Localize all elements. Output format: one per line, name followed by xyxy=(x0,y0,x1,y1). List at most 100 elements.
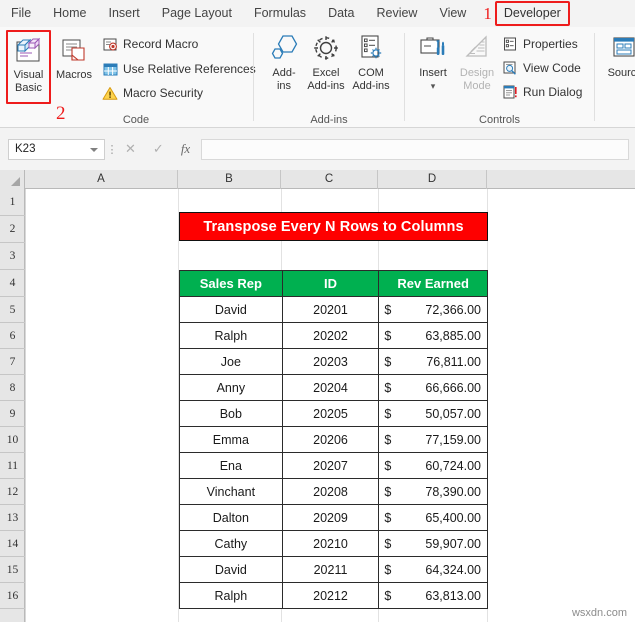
table-row[interactable]: Bob 20205 $ 50,057.00 xyxy=(179,400,488,427)
cell-rev-earned[interactable]: $ 72,366.00 xyxy=(378,296,488,323)
row-header-4[interactable]: 4 xyxy=(0,270,25,297)
name-box-chevron-down-icon[interactable] xyxy=(90,147,98,152)
formula-bar-grip[interactable]: ⋮ xyxy=(105,143,119,156)
cell-id[interactable]: 20208 xyxy=(281,478,380,505)
enter-formula-icon[interactable]: ✓ xyxy=(153,141,164,157)
row-header-2[interactable]: 2 xyxy=(0,216,25,243)
table-row[interactable]: Vinchant 20208 $ 78,390.00 xyxy=(179,478,488,505)
cell-id[interactable]: 20202 xyxy=(281,322,380,349)
cell-sales-rep[interactable]: Ralph xyxy=(179,582,283,609)
table-row[interactable]: Ralph 20202 $ 63,885.00 xyxy=(179,322,488,349)
select-all-button[interactable] xyxy=(0,170,25,189)
row-header-15[interactable]: 15 xyxy=(0,557,25,583)
column-header-b[interactable]: B xyxy=(178,170,281,189)
cell-id[interactable]: 20207 xyxy=(281,452,380,479)
cell-rev-earned[interactable]: $ 64,324.00 xyxy=(378,556,488,583)
visual-basic-button[interactable]: Visual Basic xyxy=(8,33,49,94)
row-header-5[interactable]: 5 xyxy=(0,297,25,323)
cell-id[interactable]: 20211 xyxy=(281,556,380,583)
table-row[interactable]: Joe 20203 $ 76,811.00 xyxy=(179,348,488,375)
cancel-formula-icon[interactable]: ✕ xyxy=(125,141,136,157)
cell-sales-rep[interactable]: Vinchant xyxy=(179,478,283,505)
table-row[interactable]: David 20211 $ 64,324.00 xyxy=(179,556,488,583)
column-header-a[interactable]: A xyxy=(25,170,178,189)
cell-rev-earned[interactable]: $ 63,885.00 xyxy=(378,322,488,349)
cell-sales-rep[interactable]: David xyxy=(179,296,283,323)
cell-rev-earned[interactable]: $ 77,159.00 xyxy=(378,426,488,453)
row-header-10[interactable]: 10 xyxy=(0,427,25,453)
tab-home[interactable]: Home xyxy=(42,0,97,27)
cell-id[interactable]: 20212 xyxy=(281,582,380,609)
cell-sales-rep[interactable]: Anny xyxy=(179,374,283,401)
row-header-13[interactable]: 13 xyxy=(0,505,25,531)
cell-sales-rep[interactable]: Emma xyxy=(179,426,283,453)
row-header-16[interactable]: 16 xyxy=(0,583,25,609)
row-header-3[interactable]: 3 xyxy=(0,243,25,270)
table-row[interactable]: Dalton 20209 $ 65,400.00 xyxy=(179,504,488,531)
column-header-e[interactable] xyxy=(487,170,635,189)
cell-id[interactable]: 20204 xyxy=(281,374,380,401)
cell-sales-rep[interactable]: Ralph xyxy=(179,322,283,349)
cell-rev-earned[interactable]: $ 60,724.00 xyxy=(378,452,488,479)
cell-sales-rep[interactable]: Dalton xyxy=(179,504,283,531)
column-header-c[interactable]: C xyxy=(281,170,378,189)
row-header-14[interactable]: 14 xyxy=(0,531,25,557)
insert-controls-button[interactable]: Insert ▾ xyxy=(409,31,457,92)
row-header-11[interactable]: 11 xyxy=(0,453,25,479)
table-row[interactable]: Ralph 20212 $ 63,813.00 xyxy=(179,582,488,609)
record-macro-button[interactable]: Record Macro xyxy=(102,36,198,52)
cell-rev-earned[interactable]: $ 50,057.00 xyxy=(378,400,488,427)
cell-rev-earned[interactable]: $ 59,907.00 xyxy=(378,530,488,557)
properties-button[interactable]: Properties xyxy=(502,36,578,52)
cell-rev-earned[interactable]: $ 78,390.00 xyxy=(378,478,488,505)
tab-view[interactable]: View xyxy=(428,0,477,27)
cell-rev-earned[interactable]: $ 76,811.00 xyxy=(378,348,488,375)
cell-sales-rep[interactable]: Cathy xyxy=(179,530,283,557)
cell-id[interactable]: 20209 xyxy=(281,504,380,531)
tab-file[interactable]: File xyxy=(0,0,42,27)
formula-input[interactable] xyxy=(201,138,629,160)
macros-button[interactable]: Macros xyxy=(53,33,95,82)
macro-security-button[interactable]: Macro Security xyxy=(102,85,203,101)
run-dialog-button[interactable]: Run Dialog xyxy=(502,84,582,100)
view-code-button[interactable]: View Code xyxy=(502,60,581,76)
row-header-8[interactable]: 8 xyxy=(0,375,25,401)
tab-insert[interactable]: Insert xyxy=(98,0,151,27)
cell-id[interactable]: 20203 xyxy=(281,348,380,375)
cell-rev-earned[interactable]: $ 63,813.00 xyxy=(378,582,488,609)
table-row[interactable]: Cathy 20210 $ 59,907.00 xyxy=(179,530,488,557)
cell-id[interactable]: 20205 xyxy=(281,400,380,427)
tab-formulas[interactable]: Formulas xyxy=(243,0,317,27)
row-header-12[interactable]: 12 xyxy=(0,479,25,505)
tab-review[interactable]: Review xyxy=(365,0,428,27)
cell-id[interactable]: 20210 xyxy=(281,530,380,557)
cell-id[interactable]: 20206 xyxy=(281,426,380,453)
column-header-d[interactable]: D xyxy=(378,170,487,189)
cell-rev-earned[interactable]: $ 66,666.00 xyxy=(378,374,488,401)
row-header-7[interactable]: 7 xyxy=(0,349,25,375)
cell-id[interactable]: 20201 xyxy=(281,296,380,323)
row-header-1[interactable]: 1 xyxy=(0,189,25,216)
addins-button[interactable]: Add- ins xyxy=(260,31,308,92)
excel-addins-button[interactable]: Excel Add-ins xyxy=(302,31,350,92)
table-row[interactable]: David 20201 $ 72,366.00 xyxy=(179,296,488,323)
tab-page-layout[interactable]: Page Layout xyxy=(151,0,243,27)
source-button[interactable]: Source xyxy=(599,31,635,80)
cell-sales-rep[interactable]: Ena xyxy=(179,452,283,479)
tab-data[interactable]: Data xyxy=(317,0,365,27)
name-box[interactable]: K23 xyxy=(8,138,105,160)
com-addins-button[interactable]: COM Add-ins xyxy=(347,31,395,92)
table-row[interactable]: Ena 20207 $ 60,724.00 xyxy=(179,452,488,479)
cell-rev-earned[interactable]: $ 65,400.00 xyxy=(378,504,488,531)
cell-sales-rep[interactable]: Bob xyxy=(179,400,283,427)
row-header-9[interactable]: 9 xyxy=(0,401,25,427)
table-row[interactable]: Anny 20204 $ 66,666.00 xyxy=(179,374,488,401)
row-header-6[interactable]: 6 xyxy=(0,323,25,349)
use-relative-references-button[interactable]: Use Relative References xyxy=(102,61,256,77)
tab-developer[interactable]: Developer xyxy=(494,1,570,26)
cell-sales-rep[interactable]: David xyxy=(179,556,283,583)
table-row[interactable]: Emma 20206 $ 77,159.00 xyxy=(179,426,488,453)
insert-controls-chevron-icon[interactable]: ▾ xyxy=(409,80,457,93)
insert-function-icon[interactable]: fx xyxy=(181,141,190,157)
design-mode-button[interactable]: Design Mode xyxy=(453,31,501,92)
